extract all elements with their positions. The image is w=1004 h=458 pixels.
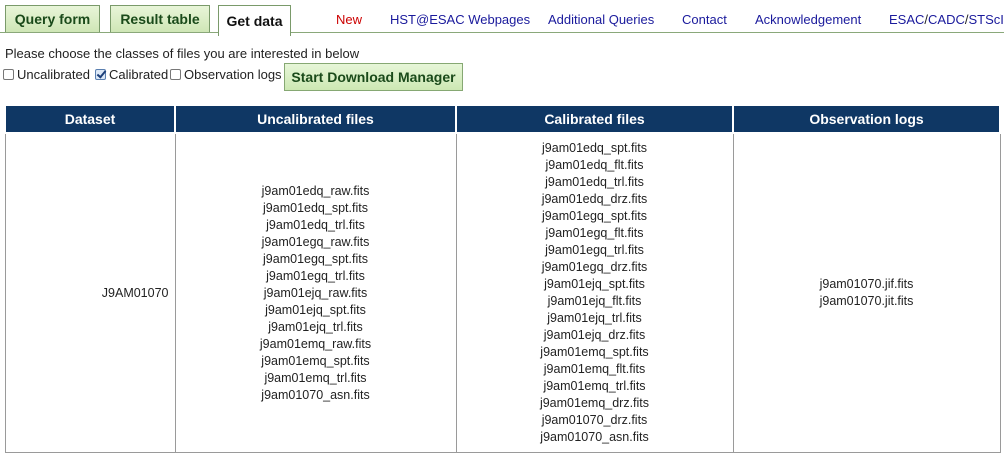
nav-link-esac[interactable]: ESAC (889, 12, 924, 27)
file-class-prompt: Please choose the classes of files you a… (5, 46, 360, 61)
calibrated-file: j9am01edq_trl.fits (545, 175, 644, 189)
uncalibrated-file: j9am01egq_spt.fits (263, 251, 368, 266)
uncalibrated-file: j9am01edq_trl.fits (266, 217, 365, 232)
calibrated-file: j9am01emq_flt.fits (543, 362, 646, 376)
nav-link-stsci[interactable]: STScI (969, 12, 1004, 27)
calibrated-file: j9am01egq_flt.fits (545, 226, 644, 240)
uncalibrated-file: j9am01ejq_spt.fits (265, 302, 366, 317)
calibrated-file: j9am01ejq_trl.fits (547, 311, 642, 325)
uncalibrated-label: Uncalibrated (17, 67, 90, 82)
nav-link-cadc[interactable]: CADC (928, 12, 965, 27)
calibrated-file: j9am01ejq_drz.fits (543, 328, 646, 342)
top-navigation: Query form Result table Get data New HST… (0, 0, 1004, 36)
calibrated-file: j9am01emq_spt.fits (540, 345, 649, 359)
header-observation-logs: Observation logs (732, 104, 1001, 134)
calibrated-file: j9am01edq_flt.fits (545, 158, 644, 172)
table-header-row: Dataset Uncalibrated files Calibrated fi… (4, 104, 1001, 134)
calibrated-file: j9am01edq_spt.fits (542, 141, 647, 155)
nav-link-new[interactable]: New (336, 12, 362, 27)
calibrated-file: j9am01ejq_flt.fits (547, 294, 642, 308)
files-table: Dataset Uncalibrated files Calibrated fi… (4, 104, 1001, 453)
option-calibrated[interactable]: Calibrated (95, 67, 168, 82)
uncalibrated-file: j9am01edq_raw.fits (261, 183, 370, 198)
option-uncalibrated[interactable]: Uncalibrated (3, 67, 90, 82)
uncalibrated-file: j9am01ejq_trl.fits (268, 319, 363, 334)
header-uncalibrated-files: Uncalibrated files (174, 104, 457, 134)
observation-log-file: j9am01070.jif.fits (819, 277, 914, 291)
observation-logs-checkbox[interactable] (170, 69, 181, 80)
uncalibrated-file: j9am01emq_spt.fits (261, 353, 370, 368)
nav-link-contact[interactable]: Contact (682, 12, 727, 27)
uncalibrated-files-cell: j9am01edq_raw.fits j9am01edq_spt.fits j9… (174, 132, 457, 453)
observation-logs-label: Observation logs (184, 67, 282, 82)
tab-baseline (0, 32, 1004, 33)
calibrated-file: j9am01edq_drz.fits (541, 192, 648, 206)
calibrated-file: j9am01ejq_spt.fits (544, 277, 645, 291)
tab-get-data[interactable]: Get data (218, 5, 291, 36)
calibrated-file: j9am01emq_trl.fits (543, 379, 646, 393)
tab-result-table[interactable]: Result table (110, 5, 210, 32)
header-dataset: Dataset (4, 104, 176, 134)
nav-link-partners: ESAC/CADC/STScI (889, 12, 1004, 27)
calibrated-files-cell: j9am01edq_spt.fits j9am01edq_flt.fits j9… (455, 132, 734, 453)
calibrated-file: j9am01egq_drz.fits (541, 260, 648, 274)
observation-log-file: j9am01070.jit.fits (819, 294, 914, 308)
start-download-manager-button[interactable]: Start Download Manager (284, 63, 463, 91)
tab-query-form[interactable]: Query form (5, 5, 100, 32)
nav-link-acknowledgement[interactable]: Acknowledgement (755, 12, 861, 27)
uncalibrated-file: j9am01egq_raw.fits (261, 234, 370, 249)
nav-link-hst-esac-webpages[interactable]: HST@ESAC Webpages (390, 12, 530, 27)
uncalibrated-file: j9am01070_asn.fits (261, 387, 370, 402)
dataset-id: J9AM01070 (101, 285, 169, 300)
header-calibrated-files: Calibrated files (455, 104, 734, 134)
calibrated-file: j9am01egq_spt.fits (542, 209, 647, 223)
calibrated-checkbox[interactable] (95, 69, 106, 80)
uncalibrated-file: j9am01edq_spt.fits (263, 200, 368, 215)
table-row: J9AM01070 j9am01edq_raw.fits j9am01edq_s… (4, 132, 1001, 453)
calibrated-file: j9am01egq_trl.fits (545, 243, 644, 257)
uncalibrated-checkbox[interactable] (3, 69, 14, 80)
uncalibrated-file: j9am01ejq_raw.fits (263, 285, 368, 300)
dataset-cell: J9AM01070 (4, 132, 176, 453)
calibrated-file: j9am01070_drz.fits (541, 413, 648, 427)
uncalibrated-file: j9am01emq_raw.fits (259, 336, 372, 351)
calibrated-file: j9am01070_asn.fits (540, 430, 649, 444)
option-observation-logs[interactable]: Observation logs (170, 67, 282, 82)
nav-link-additional-queries[interactable]: Additional Queries (548, 12, 654, 27)
uncalibrated-file: j9am01emq_trl.fits (264, 370, 367, 385)
uncalibrated-file: j9am01egq_trl.fits (266, 268, 365, 283)
observation-logs-cell: j9am01070.jif.fits j9am01070.jit.fits (732, 132, 1001, 453)
calibrated-label: Calibrated (109, 67, 169, 82)
calibrated-file: j9am01emq_drz.fits (539, 396, 650, 410)
